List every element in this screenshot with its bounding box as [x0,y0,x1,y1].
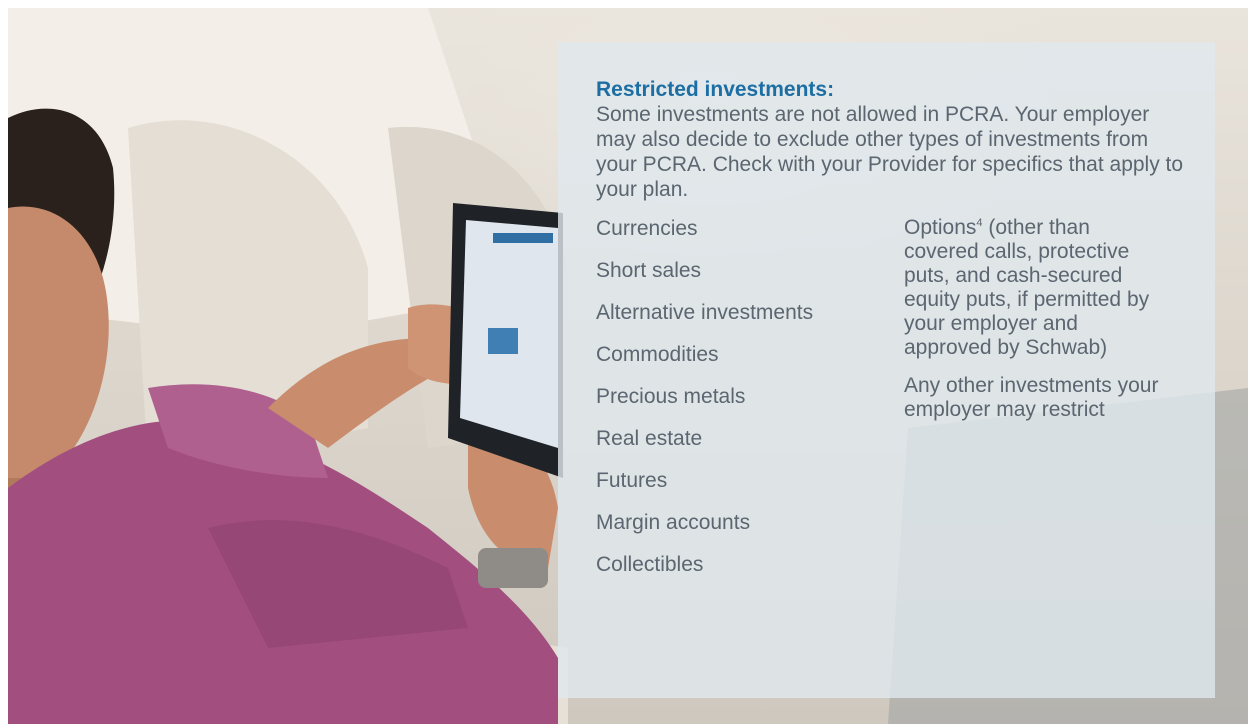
panel-intro: Some investments are not allowed in PCRA… [596,103,1184,201]
panel-heading: Restricted investments: [596,78,835,101]
investment-columns: Currencies Short sales Alternative inves… [596,216,1177,656]
list-item: Margin accounts [596,511,751,534]
tablet-screen-header [493,233,553,243]
list-item: Short sales [596,259,702,282]
restricted-list-right: Options4 (other than covered calls, prot… [904,216,1164,436]
tablet-screen-image [488,328,518,354]
options-label: Options [904,216,977,239]
list-item: Futures [596,469,668,492]
list-item: Real estate [596,427,703,450]
restricted-list-left: Currencies Short sales Alternative inves… [596,216,896,594]
list-item: Precious metals [596,385,746,408]
list-item: Collectibles [596,553,704,576]
list-item: Alternative investments [596,301,814,324]
list-item: Currencies [596,217,698,240]
list-item: Commodities [596,343,719,366]
any-other-item: Any other investments your employer may … [904,374,1159,421]
options-item: Options4 (other than covered calls, prot… [904,216,1164,360]
page: Restricted investments: Some investments… [0,0,1248,724]
restricted-investments-panel: Restricted investments: Some investments… [558,42,1215,698]
wristwatch [478,548,548,588]
